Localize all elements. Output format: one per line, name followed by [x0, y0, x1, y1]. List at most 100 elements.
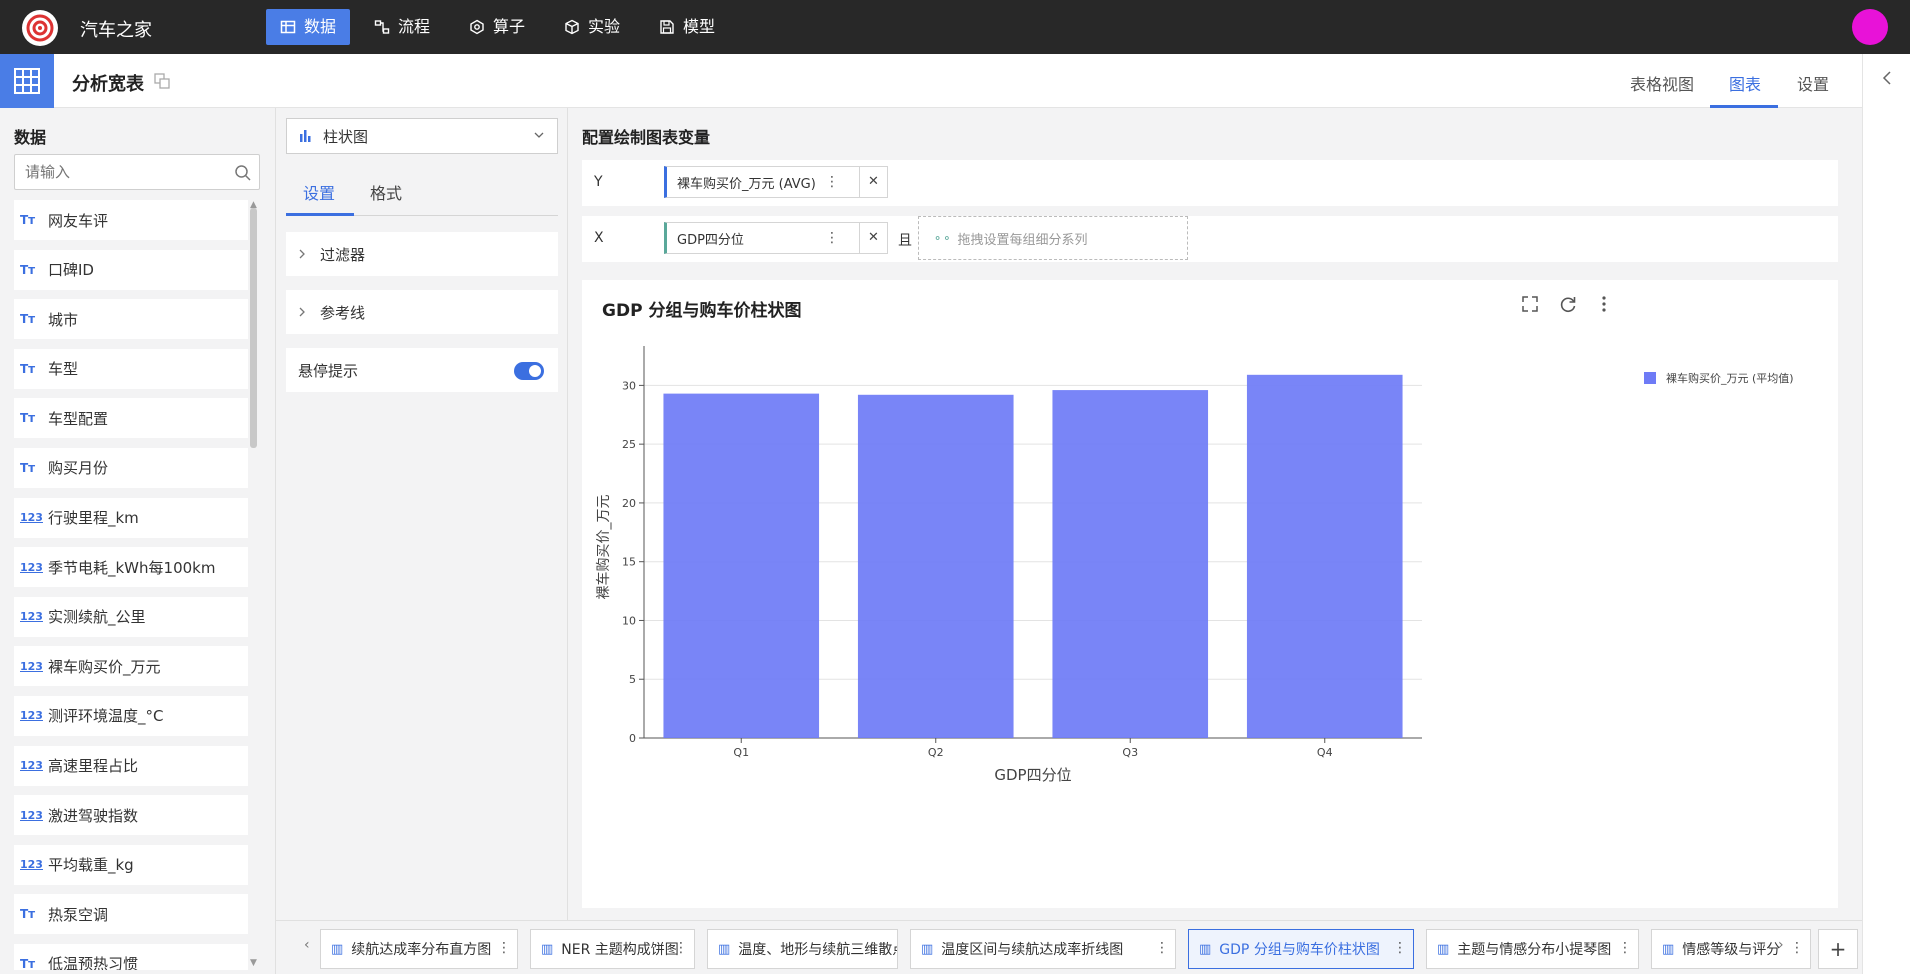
tabs-next-icon[interactable]: ›	[1778, 937, 1784, 953]
field-search-input[interactable]	[14, 154, 260, 190]
remove-y-field-icon[interactable]: ✕	[859, 167, 887, 197]
filter-section[interactable]: 过滤器	[286, 232, 558, 276]
chart-tab[interactable]: ▥ 主题与情感分布小提琴图 ⋮	[1426, 929, 1639, 969]
search-icon[interactable]	[234, 164, 252, 182]
x-axis-title: GDP四分位	[994, 766, 1071, 784]
more-vertical-icon[interactable]: ⋮	[825, 230, 839, 246]
numeric-type-icon: 123	[20, 659, 43, 673]
nav-flow-label: 流程	[398, 17, 431, 36]
field-item[interactable]: 123 行驶里程_km	[14, 497, 248, 538]
field-item[interactable]: 123 高速里程占比	[14, 745, 248, 786]
tab-table-view[interactable]: 表格视图	[1630, 71, 1694, 95]
chart-tab[interactable]: ▥ 情感等级与评分 ⋮	[1651, 929, 1811, 969]
text-type-icon: Tт	[20, 956, 36, 970]
table-icon	[280, 20, 296, 34]
field-item[interactable]: 123 实测续航_公里	[14, 596, 248, 637]
field-item[interactable]: Tт 车型	[14, 348, 248, 389]
tooltip-toggle[interactable]	[514, 362, 544, 380]
bar	[663, 393, 820, 738]
chart-tab[interactable]: ▥ 温度区间与续航达成率折线图 ⋮	[910, 929, 1176, 969]
copy-icon[interactable]	[154, 73, 170, 89]
tab-format[interactable]: 格式	[370, 180, 402, 204]
field-item[interactable]: Tт 热泵空调	[14, 894, 248, 935]
chart-tab[interactable]: ▥ 温度、地形与续航三维散点图⋮	[707, 929, 898, 969]
chart-tab-label: 续航达成率分布直方图	[351, 942, 492, 958]
tab-chart[interactable]: 图表	[1729, 71, 1761, 95]
legend-label: 裸车购买价_万元 (平均值)	[1666, 371, 1794, 385]
y-tick-label: 20	[622, 497, 636, 510]
chart-type-select[interactable]: 柱状图	[286, 118, 558, 154]
more-vertical-icon[interactable]: ⋮	[877, 940, 891, 956]
flow-icon	[374, 20, 390, 34]
field-name: 平均载重_kg	[48, 856, 134, 875]
chart-tab[interactable]: ▥ 续航达成率分布直方图 ⋮	[320, 929, 518, 969]
field-item[interactable]: Tт 网友车评	[14, 200, 248, 240]
chart-settings-panel: 柱状图 设置 格式 过滤器 参考线 悬停提示	[276, 108, 568, 920]
more-vertical-icon[interactable]: ⋮	[497, 940, 511, 956]
more-vertical-icon[interactable]: ⋮	[1393, 940, 1407, 956]
user-avatar[interactable]	[1852, 9, 1888, 45]
grid-icon	[14, 68, 40, 94]
x-field-pill[interactable]: GDP四分位 ⋮ ✕	[664, 222, 888, 254]
brand-logo-icon[interactable]	[22, 10, 58, 46]
field-item[interactable]: Tт 车型配置	[14, 398, 248, 439]
nav-flow[interactable]: 流程	[360, 9, 444, 45]
chart-type-label: 柱状图	[323, 127, 369, 146]
more-vertical-icon[interactable]: ⋮	[825, 174, 839, 190]
scroll-down-icon[interactable]: ▼	[250, 958, 257, 968]
nav-model[interactable]: 模型	[645, 9, 729, 45]
data-panel-title: 数据	[14, 128, 47, 147]
chevron-right-icon	[299, 249, 305, 259]
table-grid-button[interactable]	[0, 54, 54, 108]
reference-line-section[interactable]: 参考线	[286, 290, 558, 334]
more-vertical-icon[interactable]: ⋮	[674, 940, 688, 956]
more-vertical-icon[interactable]: ⋮	[1155, 940, 1169, 956]
field-name: 季节电耗_kWh每100km	[48, 558, 216, 577]
field-item[interactable]: Tт 购买月份	[14, 447, 248, 488]
field-list-scrollbar[interactable]	[250, 208, 257, 448]
numeric-type-icon: 123	[20, 610, 43, 624]
pie-icon: ▥	[541, 941, 554, 957]
filter-section-label: 过滤器	[320, 245, 366, 264]
y-tick-label: 15	[622, 556, 636, 569]
tab-settings[interactable]: 设置	[1797, 71, 1829, 95]
tabs-prev-icon[interactable]: ‹	[304, 937, 310, 953]
chevron-down-icon	[534, 132, 544, 138]
field-item[interactable]: 123 裸车购买价_万元	[14, 646, 248, 687]
remove-x-field-icon[interactable]: ✕	[859, 223, 887, 253]
field-name: 裸车购买价_万元	[48, 657, 161, 676]
field-item[interactable]: 123 测评环境温度_°C	[14, 695, 248, 736]
field-item[interactable]: Tт 城市	[14, 299, 248, 340]
operator-icon	[470, 19, 484, 35]
bar	[857, 394, 1014, 738]
chart-tab[interactable]: ▥ GDP 分组与购车价柱状图 ⋮	[1188, 929, 1414, 969]
field-item[interactable]: Tт 口碑ID	[14, 249, 248, 290]
more-vertical-icon[interactable]: ⋮	[1618, 940, 1632, 956]
nav-operator[interactable]: 算子	[455, 9, 539, 45]
tab-settings-panel[interactable]: 设置	[303, 180, 335, 204]
numeric-type-icon: 123	[20, 560, 43, 574]
active-tab-indicator	[286, 213, 354, 216]
text-type-icon: Tт	[20, 312, 36, 327]
add-chart-button[interactable]: +	[1818, 929, 1858, 969]
scatter-icon: ▥	[718, 941, 731, 957]
y-field-pill[interactable]: 裸车购买价_万元 (AVG) ⋮ ✕	[664, 166, 888, 198]
chart-tab[interactable]: ▥ NER 主题构成饼图 ⋮	[530, 929, 695, 969]
bar	[1246, 374, 1403, 738]
nav-data[interactable]: 数据	[266, 9, 351, 45]
chevron-right-icon	[299, 307, 305, 317]
numeric-type-icon: 123	[20, 511, 43, 525]
field-item[interactable]: 123 激进驾驶指数	[14, 795, 248, 836]
text-type-icon: Tт	[20, 213, 36, 227]
more-vertical-icon[interactable]: ⋮	[1790, 940, 1804, 956]
nav-experiment-label: 实验	[588, 17, 621, 36]
chart-tab-label: 温度区间与续航达成率折线图	[941, 942, 1124, 958]
field-item[interactable]: 123 平均载重_kg	[14, 844, 248, 885]
nav-experiment[interactable]: 实验	[550, 9, 634, 45]
field-item[interactable]: 123 季节电耗_kWh每100km	[14, 547, 248, 588]
field-name: 车型配置	[48, 409, 109, 428]
chevron-left-icon[interactable]	[1879, 66, 1895, 90]
series-drop-zone[interactable]: ⚬⚬ 拖拽设置每组细分系列	[918, 216, 1188, 260]
field-name: 购买月份	[48, 459, 109, 478]
field-item[interactable]: Tт 低温预热习惯	[14, 943, 248, 970]
